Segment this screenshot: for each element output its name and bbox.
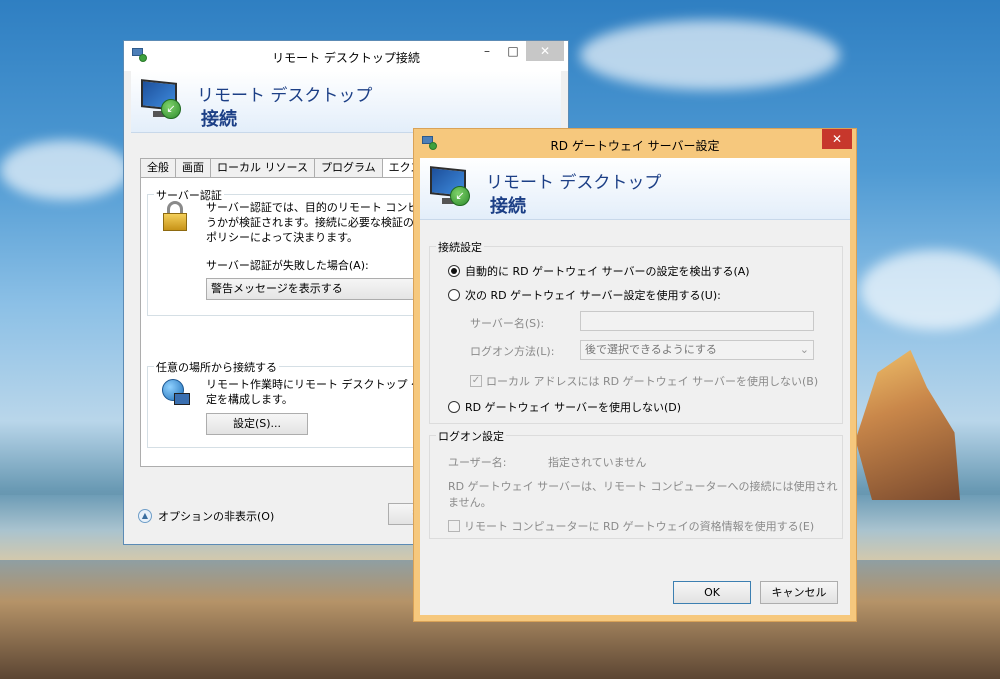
logon-method-select[interactable]: 後で選択できるようにする ⌄	[580, 340, 814, 360]
wallpaper-cloud	[860, 250, 1000, 330]
dialog-client-area: ↙ リモート デスクトップ 接続 接続設定 自動的に RD ゲートウェイ サーバ…	[420, 158, 850, 615]
logon-method-label: ログオン方法(L):	[470, 345, 555, 358]
username-value: 指定されていません	[548, 456, 647, 469]
tab-general[interactable]: 全般	[140, 158, 176, 178]
globe-icon	[162, 379, 190, 409]
lock-icon	[162, 201, 188, 231]
chevron-up-icon: ▲	[138, 509, 152, 523]
tab-display[interactable]: 画面	[175, 158, 211, 178]
username-label: ユーザー名:	[448, 456, 507, 469]
radio-button[interactable]	[448, 289, 460, 301]
auth-fail-label: サーバー認証が失敗した場合(A):	[206, 259, 369, 272]
checkbox[interactable]	[448, 520, 460, 532]
server-name-input[interactable]	[580, 311, 814, 331]
radio-no-gateway[interactable]: RD ゲートウェイ サーバーを使用しない(D)	[448, 399, 681, 415]
auth-fail-select[interactable]: 警告メッセージを表示する	[206, 278, 426, 300]
maximize-button[interactable]: □	[500, 41, 526, 61]
ok-button[interactable]: OK	[673, 581, 751, 604]
banner: ↙ リモート デスクトップ 接続	[131, 71, 561, 133]
use-credentials-checkbox[interactable]: リモート コンピューターに RD ゲートウェイの資格情報を使用する(E)	[448, 518, 814, 534]
monitor-icon: ↙	[141, 79, 185, 125]
radio-button[interactable]	[448, 401, 460, 413]
bypass-local-checkbox[interactable]: ✓ ローカル アドレスには RD ゲートウェイ サーバーを使用しない(B)	[470, 373, 818, 389]
wallpaper-cloud	[580, 20, 840, 90]
rd-gateway-settings-dialog: RD ゲートウェイ サーバー設定 ✕ ↙ リモート デスクトップ 接続 接続設定…	[413, 128, 857, 622]
group-label: ログオン設定	[436, 428, 506, 444]
window-title: RD ゲートウェイ サーバー設定	[550, 139, 720, 153]
logon-settings-group: ログオン設定 ユーザー名: 指定されていません RD ゲートウェイ サーバーは、…	[429, 428, 843, 539]
monitor-icon: ↙	[430, 166, 474, 212]
tab-local-resources[interactable]: ローカル リソース	[210, 158, 315, 178]
titlebar[interactable]: RD ゲートウェイ サーバー設定 ✕	[414, 129, 856, 159]
radio-auto-detect[interactable]: 自動的に RD ゲートウェイ サーバーの設定を検出する(A)	[448, 263, 750, 279]
connection-settings-group: 接続設定 自動的に RD ゲートウェイ サーバーの設定を検出する(A) 次の R…	[429, 239, 843, 424]
server-name-label: サーバー名(S):	[470, 317, 545, 330]
hide-options-label: オプションの非表示(O)	[158, 510, 275, 523]
hide-options-toggle[interactable]: ▲ オプションの非表示(O)	[138, 508, 274, 524]
checkbox[interactable]: ✓	[470, 375, 482, 387]
titlebar[interactable]: リモート デスクトップ接続 – □ ✕	[124, 41, 568, 71]
group-label: 任意の場所から接続する	[154, 359, 279, 375]
banner-subtitle: 接続	[201, 109, 237, 130]
radio-button[interactable]	[448, 265, 460, 277]
banner: ↙ リモート デスクトップ 接続	[420, 158, 850, 220]
banner-title: リモート デスクトップ	[197, 86, 373, 106]
close-button[interactable]: ✕	[822, 129, 852, 149]
group-label: 接続設定	[436, 239, 484, 255]
gateway-note: RD ゲートウェイ サーバーは、リモート コンピューターへの接続には使用されませ…	[448, 480, 838, 509]
tab-strip: 全般 画面 ローカル リソース プログラム エクスペリエ	[140, 158, 461, 178]
chevron-down-icon: ⌄	[799, 343, 809, 356]
radio-use-settings[interactable]: 次の RD ゲートウェイ サーバー設定を使用する(U):	[448, 287, 721, 303]
banner-subtitle: 接続	[490, 196, 526, 217]
cancel-button[interactable]: キャンセル	[760, 581, 838, 604]
settings-button[interactable]: 設定(S)...	[206, 413, 308, 435]
banner-title: リモート デスクトップ	[486, 173, 662, 193]
tab-programs[interactable]: プログラム	[313, 158, 383, 178]
wallpaper-rock	[855, 350, 960, 500]
minimize-button[interactable]: –	[474, 41, 500, 61]
wallpaper-cloud	[0, 140, 130, 200]
close-button[interactable]: ✕	[526, 41, 564, 61]
